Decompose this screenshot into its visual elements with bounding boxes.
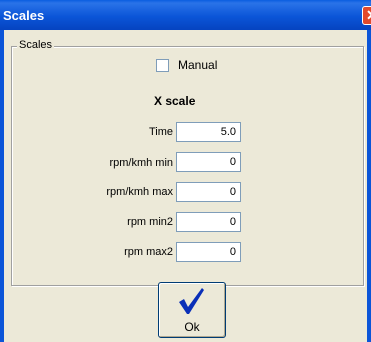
rpm-kmh-min-label: rpm/kmh min bbox=[109, 157, 173, 169]
window-frame-left bbox=[0, 30, 4, 342]
window-frame-right bbox=[367, 30, 371, 342]
close-button[interactable]: ✕ bbox=[362, 6, 371, 25]
manual-label: Manual bbox=[178, 58, 218, 72]
checkmark-icon bbox=[179, 288, 204, 314]
manual-checkbox[interactable] bbox=[156, 58, 169, 72]
rpm-min2-label: rpm min2 bbox=[127, 216, 173, 228]
rpm-max2-input[interactable]: 0 bbox=[176, 242, 241, 262]
groupbox-legend: Scales bbox=[17, 39, 55, 51]
time-input[interactable]: 5.0 bbox=[176, 122, 241, 142]
rpm-kmh-min-input[interactable]: 0 bbox=[176, 152, 241, 172]
rpm-kmh-max-label: rpm/kmh max bbox=[106, 186, 173, 198]
title-bar: Scales ✕ bbox=[0, 0, 371, 30]
ok-label: Ok bbox=[184, 320, 200, 334]
rpm-min2-input[interactable]: 0 bbox=[176, 212, 241, 232]
manual-checkbox-row[interactable]: Manual bbox=[156, 58, 217, 72]
rpm-kmh-max-input[interactable]: 0 bbox=[176, 182, 241, 202]
window-title: Scales bbox=[3, 8, 45, 23]
x-scale-heading: X scale bbox=[154, 94, 196, 108]
ok-button[interactable]: Ok bbox=[158, 282, 226, 338]
rpm-max2-label: rpm max2 bbox=[124, 246, 173, 258]
time-label: Time bbox=[148, 126, 173, 138]
close-icon: ✕ bbox=[366, 7, 371, 24]
